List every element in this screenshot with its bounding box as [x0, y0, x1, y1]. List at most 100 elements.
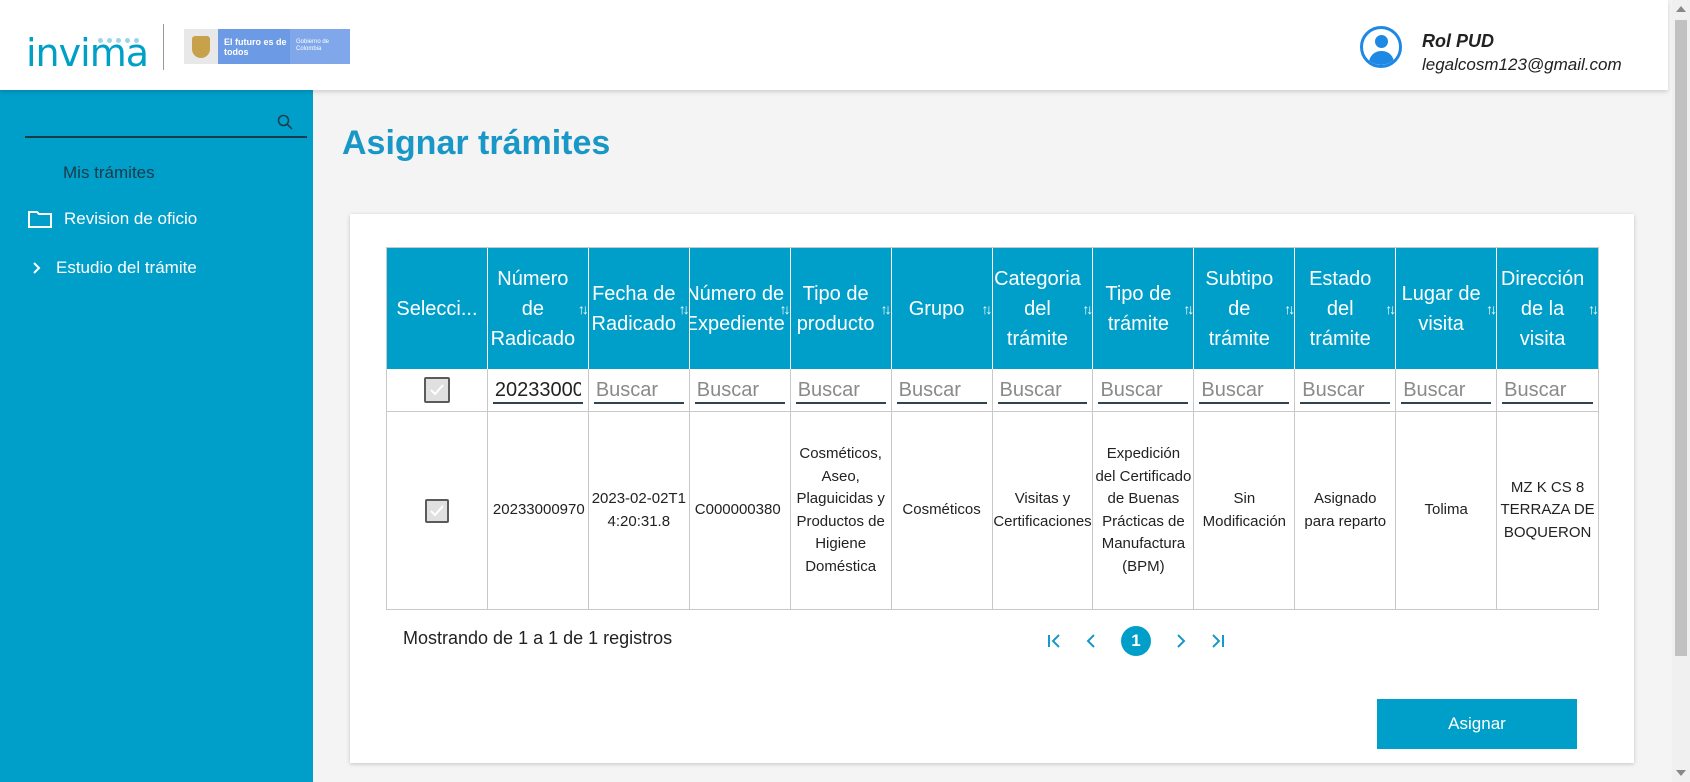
sort-icon[interactable]: ↑↓ [1385, 294, 1395, 324]
user-avatar-icon[interactable] [1360, 26, 1402, 68]
cell-tipo-producto: Cosméticos, Aseo, Plaguicidas y Producto… [791, 412, 892, 609]
page-number-button[interactable]: 1 [1121, 626, 1151, 656]
cell-tipo-tramite: Expedición del Certificado de Buenas Prá… [1093, 412, 1195, 609]
filter-tipo-producto [791, 369, 892, 411]
user-role: Rol PUD [1422, 31, 1494, 51]
column-header-categoria[interactable]: Categoria del trámite ↑↓ [993, 248, 1094, 369]
chevron-right-icon [33, 262, 41, 274]
filter-numero-expediente [690, 369, 791, 411]
colombia-shield-icon [184, 29, 218, 64]
sort-icon[interactable]: ↑↓ [578, 294, 588, 324]
sort-icon[interactable]: ↑↓ [1588, 294, 1598, 324]
sidebar-item-label: Mis trámites [63, 163, 155, 182]
table-header: Selecci... Número de Radicado ↑↓ Fecha de… [387, 248, 1598, 369]
sort-icon[interactable]: ↑↓ [1082, 294, 1092, 324]
filter-direccion-input[interactable] [1502, 376, 1594, 404]
records-count: Mostrando de 1 a 1 de 1 registros [403, 628, 673, 648]
sidebar-item-estudio-del-tramite[interactable]: Estudio del trámite [30, 258, 197, 278]
last-page-icon [1212, 634, 1224, 648]
row-checkbox[interactable] [424, 498, 449, 523]
user-email: legalcosm123@gmail.com [1422, 55, 1622, 74]
column-header-subtipo[interactable]: Subtipo de trámite ↑↓ [1194, 248, 1296, 369]
sort-icon[interactable]: ↑↓ [1486, 294, 1496, 324]
sort-icon[interactable]: ↑↓ [982, 294, 992, 324]
filter-direccion [1497, 369, 1598, 411]
tramites-table: Selecci... Número de Radicado ↑↓ Fecha de… [386, 247, 1599, 610]
column-header-lugar[interactable]: Lugar de visita ↑↓ [1396, 248, 1498, 369]
filter-fecha-radicado-input[interactable] [593, 376, 684, 404]
filter-subtipo-input[interactable] [1199, 376, 1290, 404]
sort-icon[interactable]: ↑↓ [881, 294, 891, 324]
column-header-estado[interactable]: Estado del trámite ↑↓ [1295, 248, 1397, 369]
column-header-numero-expediente[interactable]: Número de Expediente ↑↓ [690, 248, 791, 369]
last-page-button[interactable] [1199, 626, 1235, 656]
filter-row [387, 369, 1598, 412]
filter-lugar [1396, 369, 1498, 411]
sidebar-search-input[interactable] [25, 112, 307, 138]
cell-fecha-radicado: 2023-02-02T14:20:31.8 [589, 412, 690, 609]
filter-categoria-input[interactable] [997, 376, 1088, 404]
invima-logo[interactable]: invima [26, 22, 149, 72]
sort-icon[interactable]: ↑↓ [780, 294, 790, 324]
logo-divider [163, 24, 164, 70]
first-page-button[interactable] [1037, 626, 1073, 656]
column-header-direccion[interactable]: Dirección de la visita ↑↓ [1497, 248, 1598, 369]
cell-categoria: Visitas y Certificaciones [993, 412, 1094, 609]
sidebar-item-label: Revision de oficio [64, 209, 198, 228]
table-row[interactable]: 20233000970 2023-02-02T14:20:31.8 C00000… [387, 412, 1598, 609]
sidebar-item-label: Estudio del trámite [56, 258, 197, 277]
check-icon [430, 504, 444, 516]
check-icon [430, 384, 444, 396]
gobierno-logo: El futuro es de todos Gobierno de Colomb… [184, 29, 350, 64]
sidebar-item-revision-de-oficio[interactable]: Revision de oficio [28, 209, 197, 229]
filter-tipo-tramite [1093, 369, 1195, 411]
chevron-right-icon [1177, 634, 1186, 648]
scroll-up-arrow-icon[interactable] [1676, 6, 1686, 12]
column-header-seleccion[interactable]: Selecci... [387, 248, 488, 369]
cell-numero-radicado: 20233000970 [488, 412, 589, 609]
column-header-fecha-radicado[interactable]: Fecha de Radicado ↑↓ [589, 248, 690, 369]
first-page-icon [1048, 634, 1060, 648]
gov-subtext: Gobierno de Colombia [290, 29, 350, 64]
sidebar: Mis trámites Revision de oficio Estudio … [0, 90, 313, 782]
assign-card: Selecci... Número de Radicado ↑↓ Fecha de… [350, 214, 1634, 763]
top-header: invima El futuro es de todos Gobierno de… [0, 0, 1668, 90]
logo-dots [98, 38, 139, 43]
filter-numero-expediente-input[interactable] [694, 376, 785, 404]
filter-numero-radicado-input[interactable] [492, 376, 583, 404]
scroll-down-arrow-icon[interactable] [1676, 770, 1686, 776]
filter-grupo-input[interactable] [896, 376, 987, 404]
cell-numero-expediente: C000000380 [690, 412, 791, 609]
row-select-cell [387, 412, 488, 609]
folder-icon [28, 211, 52, 228]
page-scrollbar[interactable] [1672, 0, 1690, 782]
scroll-thumb[interactable] [1675, 20, 1687, 656]
filter-estado-input[interactable] [1300, 376, 1391, 404]
filter-fecha-radicado [589, 369, 690, 411]
page-title: Asignar trámites [342, 124, 611, 162]
sort-icon[interactable]: ↑↓ [679, 294, 689, 324]
search-icon[interactable] [277, 114, 293, 130]
column-header-grupo[interactable]: Grupo ↑↓ [892, 248, 993, 369]
filter-tipo-producto-input[interactable] [795, 376, 886, 404]
filter-categoria [993, 369, 1094, 411]
filter-subtipo [1194, 369, 1296, 411]
sort-icon[interactable]: ↑↓ [1284, 294, 1294, 324]
column-header-numero-radicado[interactable]: Número de Radicado ↑↓ [488, 248, 589, 369]
cell-direccion: MZ K CS 8 TERRAZA DE BOQUERON [1500, 478, 1595, 541]
select-all-checkbox[interactable] [423, 377, 450, 403]
filter-grupo [892, 369, 993, 411]
prev-page-button[interactable] [1073, 626, 1109, 656]
cell-lugar: Tolima [1396, 412, 1498, 609]
next-page-button[interactable] [1163, 626, 1199, 656]
filter-numero-radicado [488, 369, 589, 411]
filter-lugar-input[interactable] [1401, 376, 1492, 404]
column-header-tipo-tramite[interactable]: Tipo de trámite ↑↓ [1093, 248, 1195, 369]
sidebar-item-mis-tramites[interactable]: Mis trámites [63, 163, 155, 183]
filter-tipo-tramite-input[interactable] [1098, 376, 1189, 404]
column-header-tipo-producto[interactable]: Tipo de producto ↑↓ [791, 248, 892, 369]
sort-icon[interactable]: ↑↓ [1183, 294, 1193, 324]
cell-subtipo: Sin Modificación [1194, 412, 1296, 609]
cell-estado: Asignado para reparto [1295, 412, 1397, 609]
asignar-button[interactable]: Asignar [1377, 699, 1577, 749]
